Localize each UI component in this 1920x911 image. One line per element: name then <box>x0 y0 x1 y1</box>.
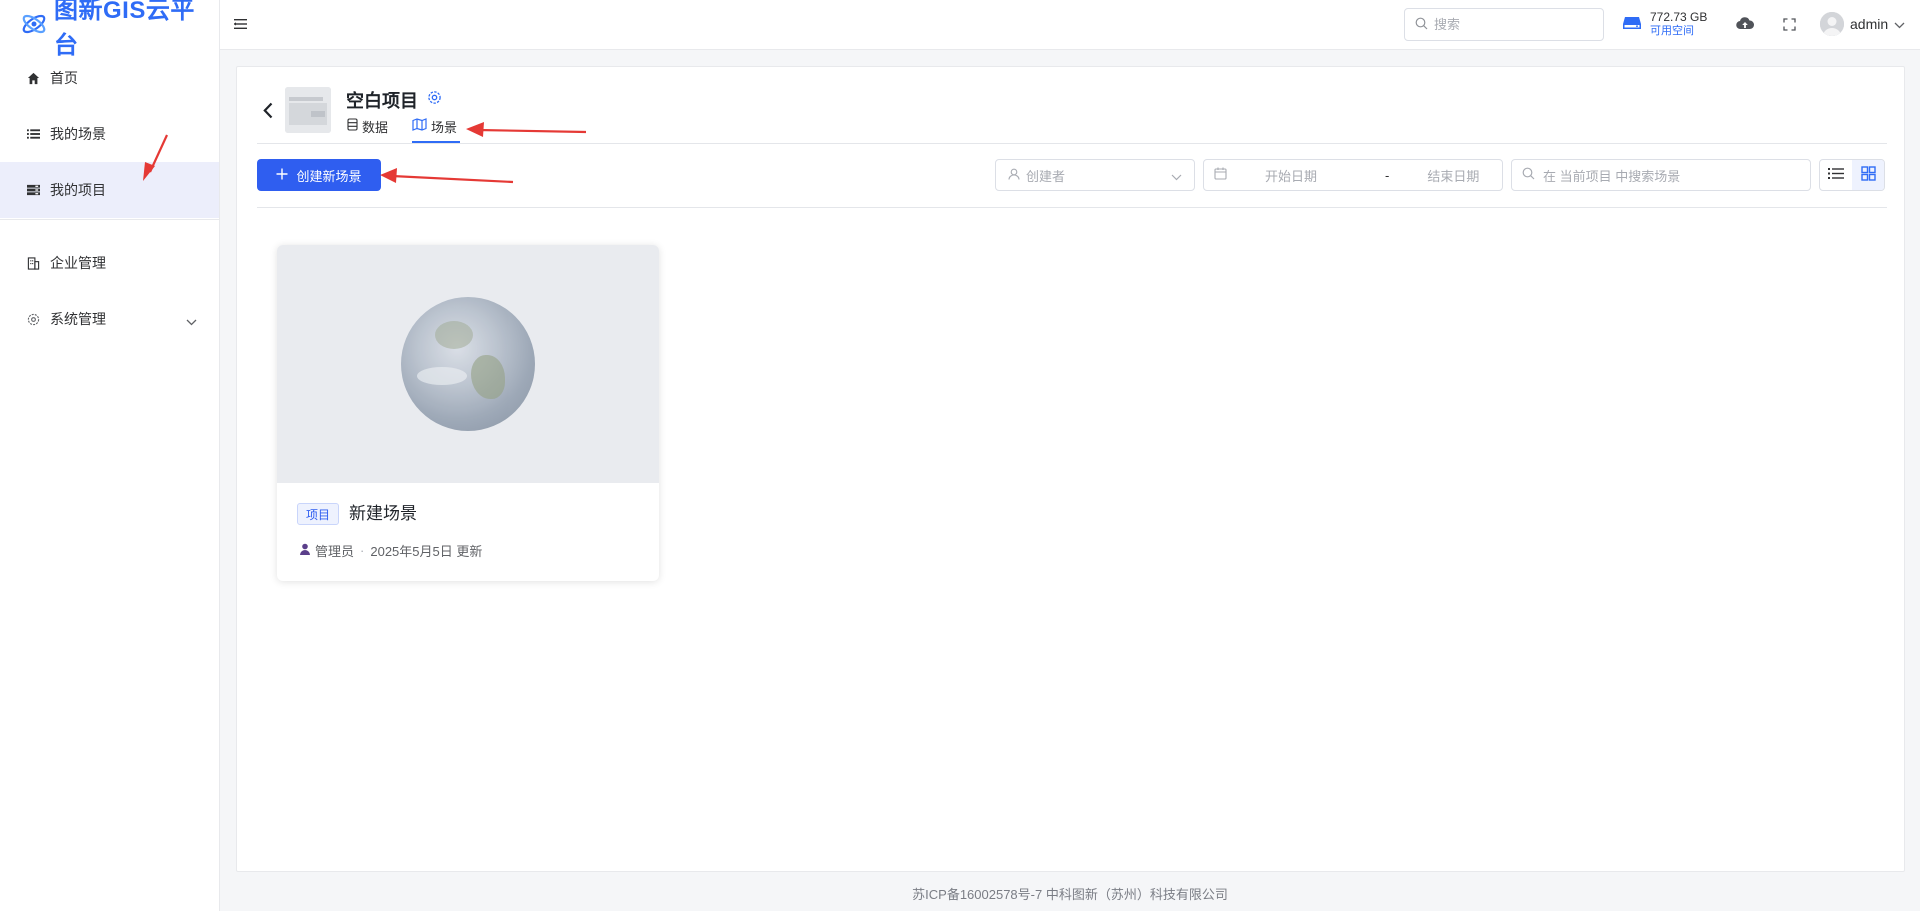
storage-size: 772.73 GB <box>1650 10 1708 24</box>
username: admin <box>1850 16 1889 32</box>
creator-placeholder: 创建者 <box>1026 168 1066 184</box>
globe-image <box>401 297 535 431</box>
home-icon <box>26 71 40 85</box>
scene-author: 管理员 <box>315 544 355 559</box>
settings-icon <box>26 312 40 326</box>
search-icon <box>1415 17 1428 33</box>
search-icon <box>1522 167 1535 183</box>
storage-indicator[interactable]: 772.73 GB 可用空间 <box>1622 10 1707 38</box>
map-icon <box>412 118 427 134</box>
list-view-button[interactable] <box>1820 160 1852 190</box>
building-icon <box>26 256 40 270</box>
end-date-input[interactable]: 结束日期 <box>1427 166 1479 185</box>
divider <box>257 207 1887 208</box>
project-thumbnail <box>285 87 331 133</box>
user-icon <box>299 543 311 558</box>
logo-icon <box>20 10 48 41</box>
calendar-icon <box>1214 167 1227 183</box>
divider <box>257 143 1887 144</box>
top-header: 772.73 GB 可用空间 admin <box>220 0 1920 50</box>
scene-search[interactable]: 在 当前项目 中搜索场景 <box>1511 159 1811 191</box>
grid-view-button[interactable] <box>1852 160 1884 190</box>
tab-label: 数据 <box>362 119 389 135</box>
storage-label: 可用空间 <box>1650 25 1694 37</box>
date-separator: - <box>1385 167 1390 183</box>
sidebar: 图新GIS云平台 首页 我的场景 我的项目 企业管理 系统管理 <box>0 0 220 911</box>
chevron-down-icon <box>1894 16 1905 32</box>
upload-cloud-icon[interactable] <box>1736 16 1755 33</box>
date-range-picker[interactable]: 开始日期 - 结束日期 <box>1203 159 1503 191</box>
database-icon <box>347 118 358 134</box>
view-mode-toggle <box>1819 159 1885 191</box>
fullscreen-icon[interactable] <box>1783 18 1796 34</box>
sidebar-item-my-projects[interactable]: 我的项目 <box>0 162 219 218</box>
gear-icon[interactable] <box>427 90 442 108</box>
sidebar-item-label: 我的场景 <box>50 126 106 142</box>
list-icon <box>26 127 40 141</box>
sidebar-item-home[interactable]: 首页 <box>0 50 219 106</box>
sidebar-item-label: 首页 <box>50 70 78 86</box>
chevron-down-icon <box>186 313 197 329</box>
create-scene-label: 创建新场景 <box>296 168 362 184</box>
global-search[interactable] <box>1404 8 1604 41</box>
scene-meta: 管理员 · 2025年5月5日 更新 <box>299 541 482 560</box>
meta-separator: · <box>360 543 365 558</box>
sidebar-item-label: 系统管理 <box>50 311 106 327</box>
scene-title: 新建场景 <box>349 504 417 523</box>
back-arrow-icon[interactable] <box>263 102 273 122</box>
project-title: 空白项目 <box>346 91 418 111</box>
sidebar-item-label: 我的项目 <box>50 182 106 198</box>
scene-type-badge: 项目 <box>297 503 340 525</box>
storage-icon <box>1622 15 1642 34</box>
scene-card[interactable]: 项目 新建场景 管理员 · 2025年5月5日 更新 <box>277 245 659 581</box>
avatar <box>1820 12 1844 36</box>
list-view-icon <box>1828 167 1844 183</box>
sidebar-divider <box>0 219 219 220</box>
project-icon <box>26 183 40 197</box>
sidebar-item-system[interactable]: 系统管理 <box>0 291 219 347</box>
search-input[interactable] <box>1434 17 1594 32</box>
create-scene-button[interactable]: 创建新场景 <box>257 159 381 191</box>
sidebar-item-enterprise[interactable]: 企业管理 <box>0 235 219 291</box>
sidebar-item-label: 企业管理 <box>50 255 106 271</box>
grid-view-icon <box>1860 166 1876 184</box>
creator-select[interactable]: 创建者 <box>995 159 1195 191</box>
app-logo[interactable]: 图新GIS云平台 <box>0 0 219 59</box>
plus-icon <box>276 168 288 183</box>
start-date-input[interactable]: 开始日期 <box>1265 166 1317 185</box>
user-icon <box>1008 168 1020 183</box>
scene-updated: 2025年5月5日 更新 <box>370 544 483 559</box>
footer-copyright: 苏ICP备16002578号-7 中科图新（苏州）科技有限公司 <box>912 887 1228 902</box>
tab-scenes[interactable]: 场景 <box>412 115 457 137</box>
main-panel: 空白项目 数据 场景 创建新场景 创建者 开始日期 - 结束日期 在 当前项目 … <box>236 66 1905 872</box>
chevron-down-icon <box>1171 169 1182 184</box>
tab-data[interactable]: 数据 <box>347 115 388 137</box>
user-menu[interactable]: admin <box>1820 12 1905 36</box>
scene-thumbnail <box>277 245 659 483</box>
menu-toggle-icon[interactable] <box>234 17 247 33</box>
tab-label: 场景 <box>431 119 458 135</box>
sidebar-item-my-scenes[interactable]: 我的场景 <box>0 106 219 162</box>
scene-search-placeholder: 在 当前项目 中搜索场景 <box>1543 168 1681 184</box>
